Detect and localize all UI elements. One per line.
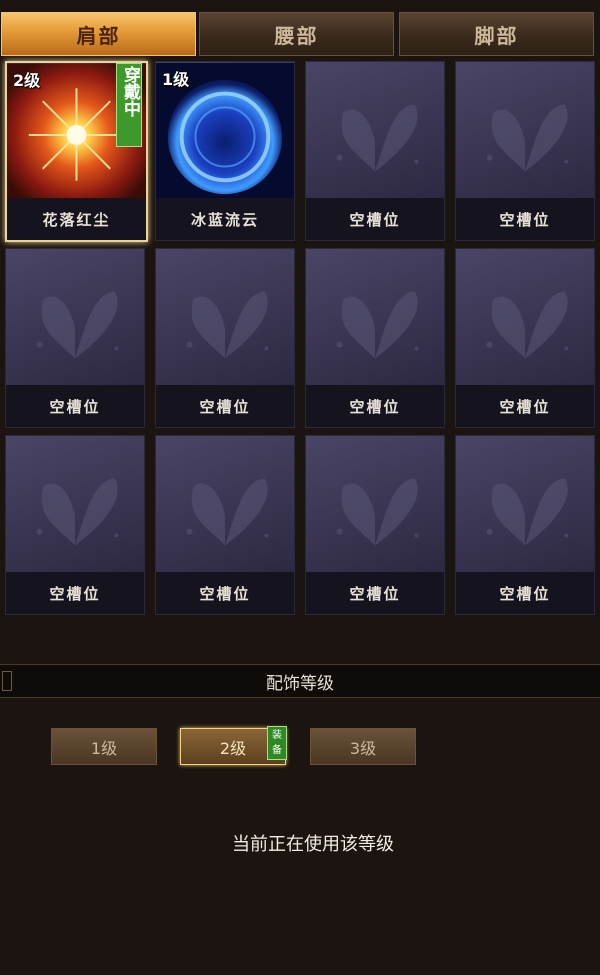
empty-slot[interactable]: 空槽位 — [155, 248, 295, 428]
level-section-header: 配饰等级 — [0, 664, 600, 698]
level-3-button[interactable]: 3级 — [310, 728, 416, 765]
butterfly-icon — [186, 291, 269, 359]
butterfly-icon — [36, 291, 119, 359]
butterfly-icon — [36, 478, 119, 546]
slot-name: 花落红尘 — [7, 198, 146, 240]
slot-name: 空槽位 — [156, 572, 294, 614]
butterfly-icon — [486, 291, 569, 359]
butterfly-icon — [336, 291, 419, 359]
status-text: 当前正在使用该等级 — [232, 834, 394, 855]
slot-level: 2级 — [13, 71, 41, 90]
worn-badge: 穿戴中 — [116, 63, 142, 147]
tab-feet[interactable]: 脚部 — [399, 12, 594, 56]
butterfly-icon — [186, 478, 269, 546]
worn-badge-text: 穿戴中 — [120, 66, 140, 117]
slot-name: 空槽位 — [6, 385, 144, 427]
empty-slot[interactable]: 空槽位 — [5, 435, 145, 615]
butterfly-icon — [336, 104, 419, 172]
empty-slot[interactable]: 空槽位 — [155, 435, 295, 615]
empty-slot[interactable]: 空槽位 — [455, 248, 595, 428]
empty-slot[interactable]: 空槽位 — [305, 435, 445, 615]
slot-level: 1级 — [162, 70, 190, 89]
slot-name: 空槽位 — [306, 385, 444, 427]
slot-name: 空槽位 — [456, 572, 594, 614]
empty-slot[interactable]: 空槽位 — [455, 435, 595, 615]
slot-name: 空槽位 — [306, 198, 444, 240]
tab-waist[interactable]: 腰部 — [199, 12, 394, 56]
slot-binglanliuyun[interactable]: 1级 冰蓝流云 — [155, 61, 295, 241]
empty-slot[interactable]: 空槽位 — [305, 248, 445, 428]
level-1-button[interactable]: 1级 — [51, 728, 157, 765]
slot-name: 空槽位 — [156, 385, 294, 427]
butterfly-icon — [486, 478, 569, 546]
empty-slot[interactable]: 空槽位 — [5, 248, 145, 428]
slot-name: 冰蓝流云 — [156, 198, 294, 240]
tab-shoulder[interactable]: 肩部 — [1, 12, 196, 56]
slot-name: 空槽位 — [456, 198, 594, 240]
slot-name: 空槽位 — [456, 385, 594, 427]
butterfly-icon — [336, 478, 419, 546]
section-title: 配饰等级 — [266, 673, 334, 694]
slot-hualuohongchen[interactable]: 2级 穿戴中 花落红尘 — [5, 61, 148, 242]
equip-badge: 装备 — [267, 726, 287, 760]
empty-slot[interactable]: 空槽位 — [455, 61, 595, 241]
butterfly-icon — [486, 104, 569, 172]
slot-name: 空槽位 — [306, 572, 444, 614]
slot-name: 空槽位 — [6, 572, 144, 614]
empty-slot[interactable]: 空槽位 — [305, 61, 445, 241]
category-tabs: 肩部 腰部 脚部 — [0, 12, 600, 57]
